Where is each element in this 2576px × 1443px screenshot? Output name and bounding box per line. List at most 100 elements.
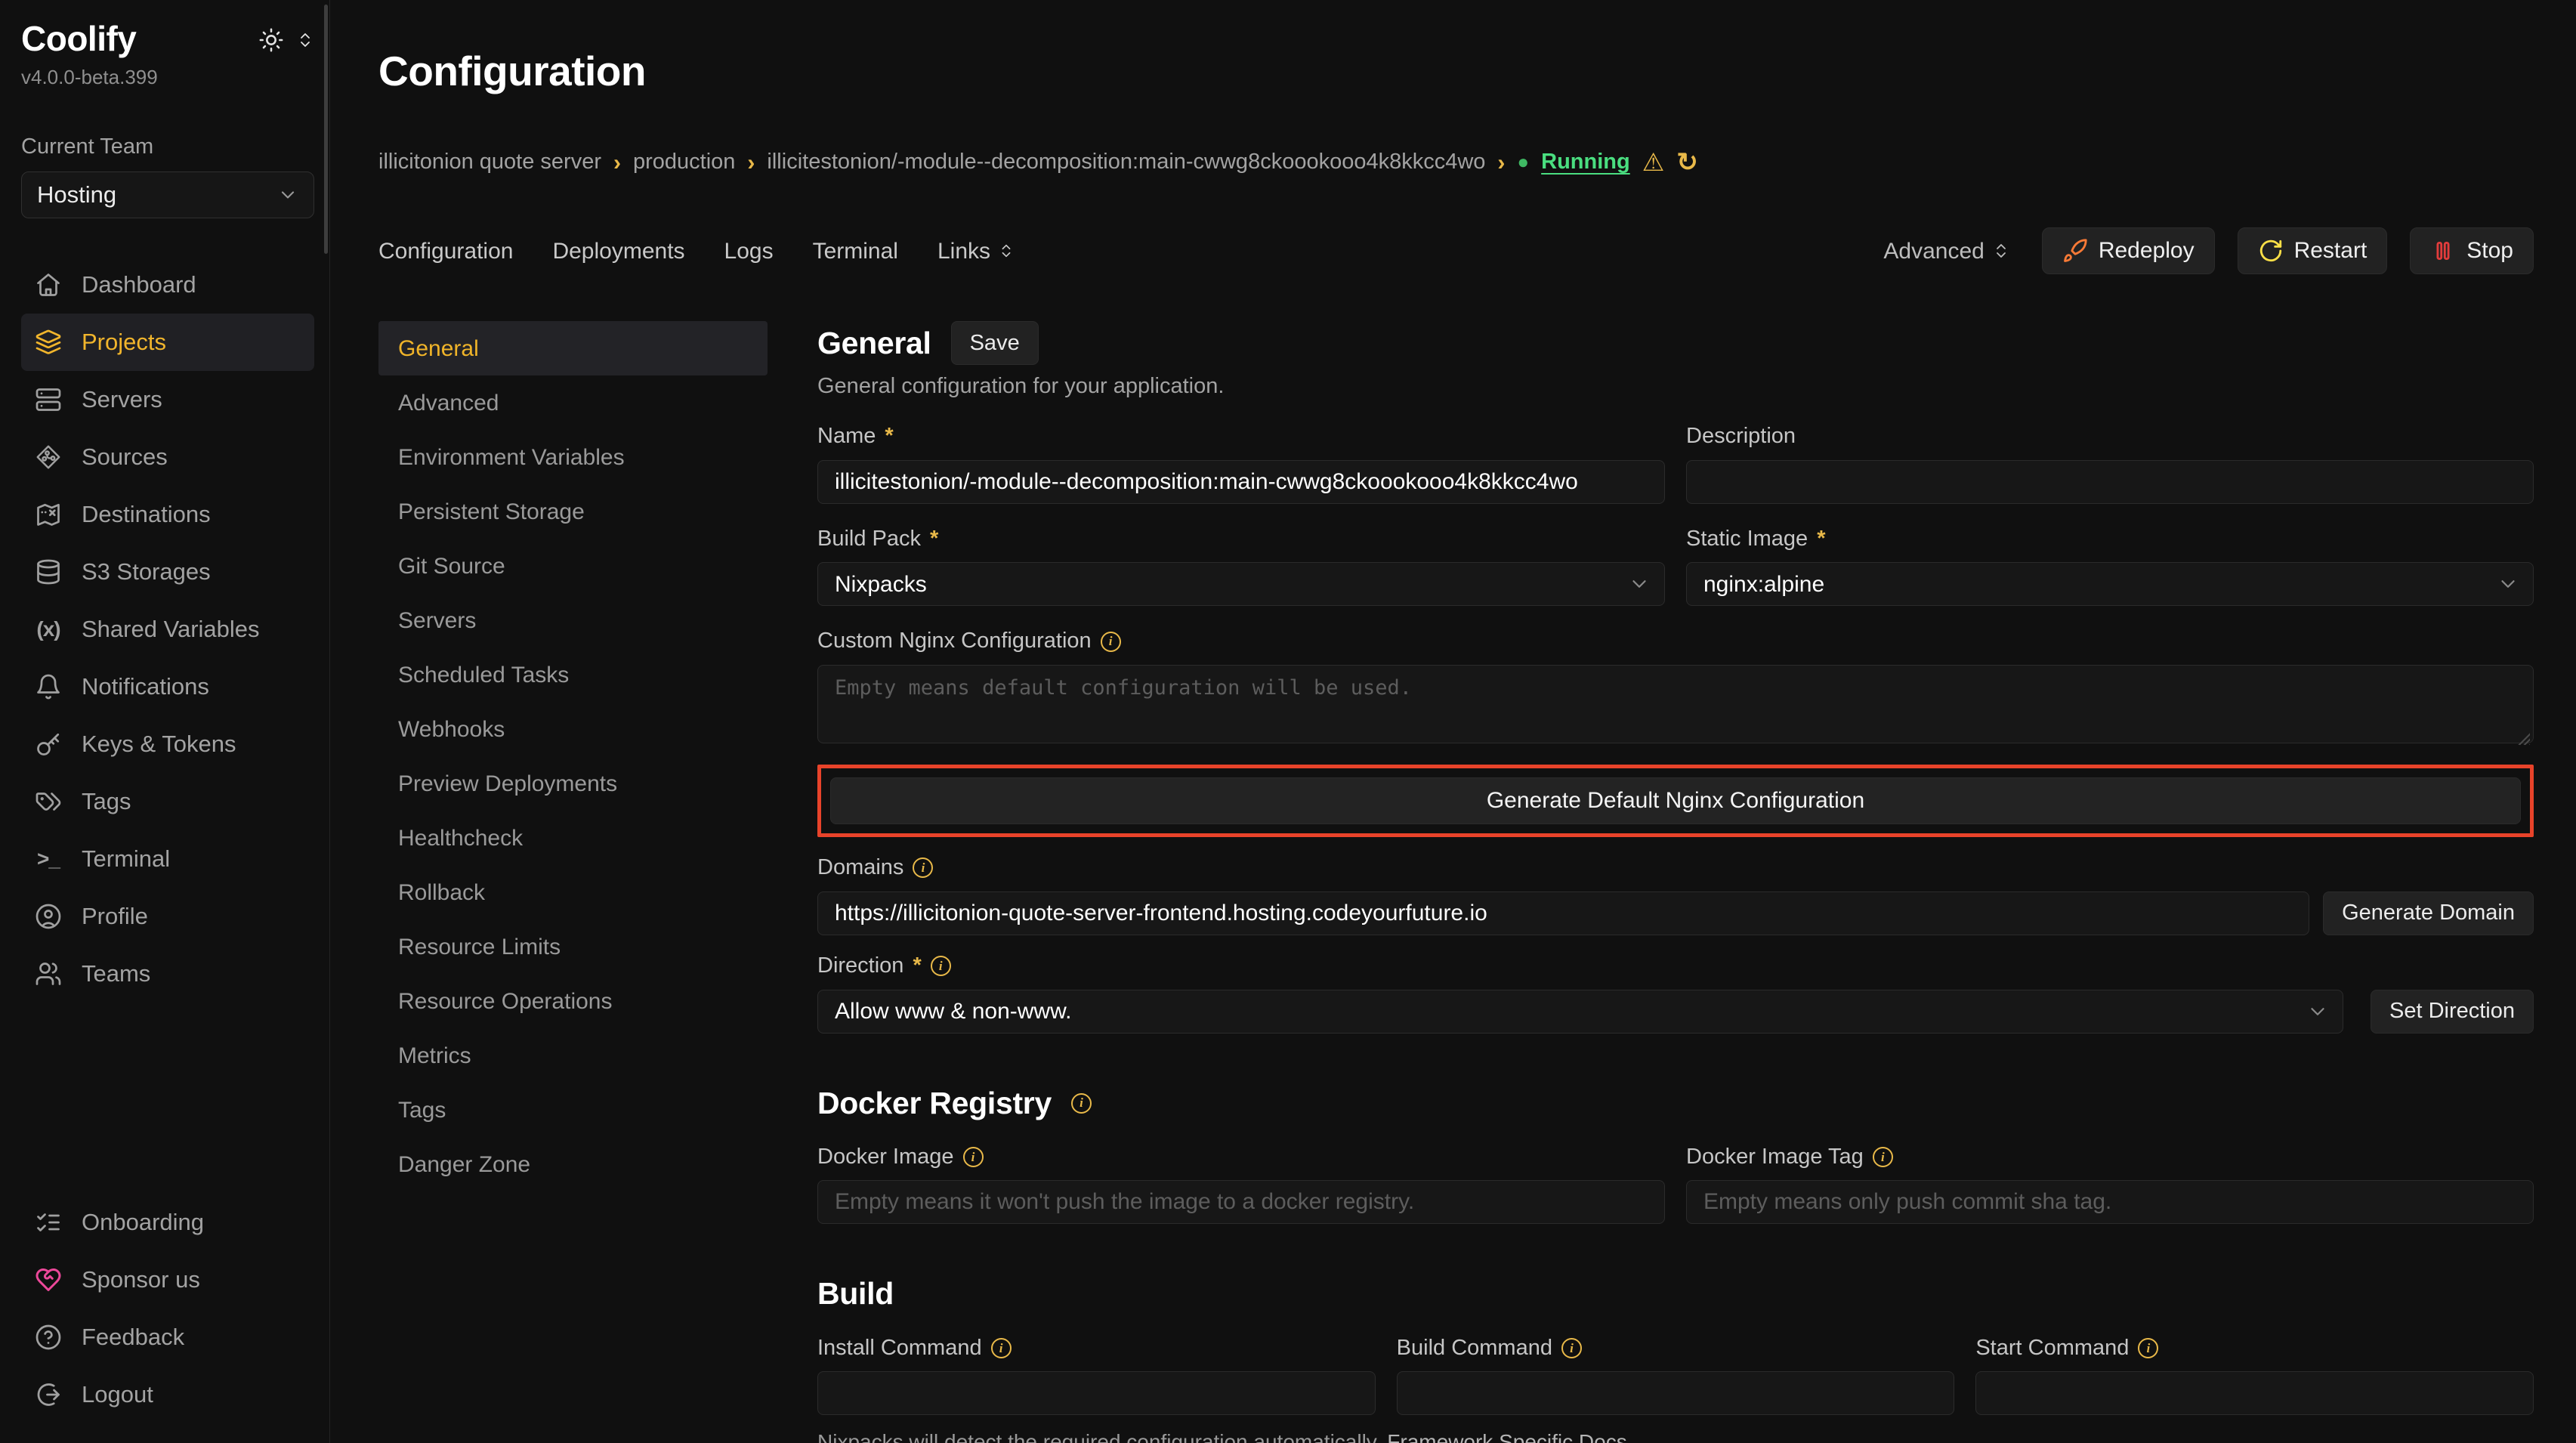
sidebar-item-sponsor[interactable]: Sponsor us bbox=[21, 1251, 314, 1309]
sidebar-item-servers[interactable]: Servers bbox=[21, 371, 314, 428]
sidebar-item-keys-tokens[interactable]: Keys & Tokens bbox=[21, 715, 314, 773]
name-input[interactable] bbox=[817, 460, 1665, 504]
content: General Advanced Environment Variables P… bbox=[378, 321, 2534, 1443]
sidebar-item-shared-variables[interactable]: (x) Shared Variables bbox=[21, 601, 314, 658]
breadcrumb-environment[interactable]: production bbox=[633, 148, 735, 177]
subnav-item-danger-zone[interactable]: Danger Zone bbox=[378, 1137, 768, 1191]
subnav-item-webhooks[interactable]: Webhooks bbox=[378, 702, 768, 756]
description-input[interactable] bbox=[1686, 460, 2534, 504]
stop-button[interactable]: Stop bbox=[2410, 227, 2534, 274]
info-icon[interactable]: i bbox=[913, 857, 933, 878]
sidebar-item-logout[interactable]: Logout bbox=[21, 1366, 314, 1423]
domains-input[interactable] bbox=[817, 891, 2309, 935]
restart-button[interactable]: Restart bbox=[2238, 227, 2388, 274]
advanced-toggle[interactable]: Advanced bbox=[1883, 236, 2009, 266]
redeploy-button[interactable]: Redeploy bbox=[2042, 227, 2215, 274]
team-select[interactable]: Hosting bbox=[21, 171, 314, 218]
info-icon[interactable]: i bbox=[963, 1147, 984, 1167]
static-image-select[interactable]: nginx:alpine bbox=[1686, 562, 2534, 606]
direction-select[interactable]: Allow www & non-www. bbox=[817, 990, 2343, 1034]
subnav-item-servers[interactable]: Servers bbox=[378, 593, 768, 647]
save-button[interactable]: Save bbox=[951, 321, 1039, 365]
tab-configuration[interactable]: Configuration bbox=[378, 236, 513, 266]
subnav-item-advanced[interactable]: Advanced bbox=[378, 375, 768, 430]
build-pack-select[interactable]: Nixpacks bbox=[817, 562, 1665, 606]
chevrons-up-down-icon[interactable] bbox=[296, 31, 314, 49]
framework-docs-link[interactable]: Framework Specific Docs bbox=[1387, 1430, 1626, 1443]
status-badge[interactable]: Running bbox=[1541, 148, 1630, 177]
name-description-row: Name * Description bbox=[817, 401, 2534, 504]
breadcrumb-application[interactable]: illicitestonion/-module--decomposition:m… bbox=[767, 148, 1485, 177]
info-icon[interactable]: i bbox=[1561, 1338, 1582, 1358]
breadcrumb-project[interactable]: illicitonion quote server bbox=[378, 148, 601, 177]
refresh-icon[interactable]: ↻ bbox=[1676, 146, 1698, 179]
sidebar-item-tags[interactable]: Tags bbox=[21, 773, 314, 830]
chevron-right-icon: › bbox=[613, 148, 621, 178]
git-source-icon bbox=[35, 443, 62, 471]
info-icon[interactable]: i bbox=[1873, 1147, 1893, 1167]
chevrons-up-down-icon bbox=[1992, 242, 2010, 260]
subnav-item-metrics[interactable]: Metrics bbox=[378, 1028, 768, 1083]
sidebar-spacer bbox=[21, 1003, 314, 1194]
sidebar-item-label: Keys & Tokens bbox=[82, 729, 236, 759]
tab-deployments[interactable]: Deployments bbox=[552, 236, 684, 266]
info-icon[interactable]: i bbox=[991, 1338, 1012, 1358]
tab-terminal[interactable]: Terminal bbox=[813, 236, 898, 266]
sun-icon[interactable] bbox=[258, 27, 284, 53]
docker-image-tag-label: Docker Image Tag i bbox=[1686, 1143, 2534, 1172]
tab-links[interactable]: Links bbox=[937, 236, 1015, 266]
subnav-item-resource-limits[interactable]: Resource Limits bbox=[378, 919, 768, 974]
docker-registry-header: Docker Registry i bbox=[817, 1083, 2534, 1123]
tabs-row: Configuration Deployments Logs Terminal … bbox=[378, 227, 2534, 274]
sidebar-item-destinations[interactable]: Destinations bbox=[21, 486, 314, 543]
info-icon[interactable]: i bbox=[2138, 1338, 2158, 1358]
sidebar-scrollbar-thumb[interactable] bbox=[324, 5, 328, 254]
sidebar-item-feedback[interactable]: Feedback bbox=[21, 1309, 314, 1366]
docker-image-input[interactable] bbox=[817, 1180, 1665, 1224]
database-icon bbox=[35, 558, 62, 586]
subnav-item-scheduled-tasks[interactable]: Scheduled Tasks bbox=[378, 647, 768, 702]
set-direction-button[interactable]: Set Direction bbox=[2371, 990, 2534, 1034]
list-checks-icon bbox=[35, 1209, 62, 1236]
home-icon bbox=[35, 271, 62, 298]
bell-icon bbox=[35, 673, 62, 700]
install-command-input[interactable] bbox=[817, 1371, 1376, 1415]
subnav-item-healthcheck[interactable]: Healthcheck bbox=[378, 811, 768, 865]
subnav-item-git-source[interactable]: Git Source bbox=[378, 539, 768, 593]
subnav-item-rollback[interactable]: Rollback bbox=[378, 865, 768, 919]
subnav-item-tags[interactable]: Tags bbox=[378, 1083, 768, 1137]
sidebar-item-profile[interactable]: Profile bbox=[21, 888, 314, 945]
docker-image-tag-input[interactable] bbox=[1686, 1180, 2534, 1224]
start-command-input[interactable] bbox=[1975, 1371, 2534, 1415]
warning-icon: ⚠ bbox=[1642, 147, 1665, 179]
sidebar-item-onboarding[interactable]: Onboarding bbox=[21, 1194, 314, 1251]
sidebar-item-terminal[interactable]: >_ Terminal bbox=[21, 830, 314, 888]
sidebar-item-teams[interactable]: Teams bbox=[21, 945, 314, 1003]
required-marker: * bbox=[1817, 525, 1825, 554]
nginx-config-textarea[interactable] bbox=[817, 665, 2534, 743]
key-icon bbox=[35, 731, 62, 758]
sidebar-item-s3-storages[interactable]: S3 Storages bbox=[21, 543, 314, 601]
install-command-field: Install Command i bbox=[817, 1315, 1376, 1416]
info-icon[interactable]: i bbox=[1101, 632, 1121, 652]
required-marker: * bbox=[930, 525, 938, 554]
info-icon[interactable]: i bbox=[1071, 1093, 1092, 1114]
subnav-item-preview-deployments[interactable]: Preview Deployments bbox=[378, 756, 768, 811]
generate-nginx-config-button[interactable]: Generate Default Nginx Configuration bbox=[830, 777, 2521, 824]
sidebar-nav: Dashboard Projects Servers Sources Desti… bbox=[21, 256, 314, 1003]
build-command-input[interactable] bbox=[1397, 1371, 1955, 1415]
sidebar-item-projects[interactable]: Projects bbox=[21, 314, 314, 371]
sidebar-item-label: Onboarding bbox=[82, 1207, 204, 1238]
subnav-item-environment-variables[interactable]: Environment Variables bbox=[378, 430, 768, 484]
sidebar-item-dashboard[interactable]: Dashboard bbox=[21, 256, 314, 314]
general-section-subtitle: General configuration for your applicati… bbox=[817, 372, 2534, 401]
info-icon[interactable]: i bbox=[931, 956, 951, 976]
subnav-item-persistent-storage[interactable]: Persistent Storage bbox=[378, 484, 768, 539]
generate-domain-button[interactable]: Generate Domain bbox=[2323, 891, 2534, 935]
subnav-item-resource-operations[interactable]: Resource Operations bbox=[378, 974, 768, 1028]
sidebar-item-sources[interactable]: Sources bbox=[21, 428, 314, 486]
layers-icon bbox=[35, 329, 62, 356]
tab-logs[interactable]: Logs bbox=[724, 236, 774, 266]
sidebar-item-notifications[interactable]: Notifications bbox=[21, 658, 314, 715]
subnav-item-general[interactable]: General bbox=[378, 321, 768, 375]
